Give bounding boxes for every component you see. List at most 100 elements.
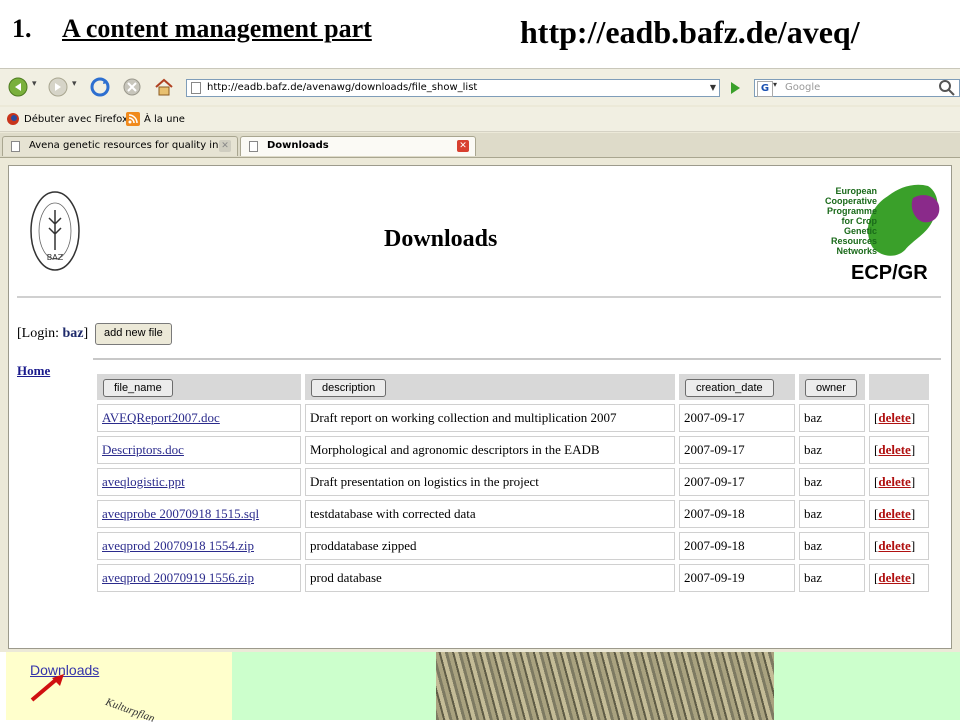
delete-cell: [delete] [869, 436, 929, 464]
ecpgr-description: European Cooperative Programme for Crop … [824, 186, 877, 256]
reload-button[interactable] [88, 76, 112, 98]
description-cell: testdatabase with corrected data [305, 500, 675, 528]
owner-cell: baz [799, 564, 865, 592]
page-icon [11, 141, 20, 152]
delete-link[interactable]: delete [878, 474, 910, 489]
delete-cell: [delete] [869, 564, 929, 592]
file-name-cell: aveqlogistic.ppt [97, 468, 301, 496]
stop-button[interactable] [120, 76, 144, 98]
file-link[interactable]: aveqprobe 20070918 1515.sql [102, 506, 259, 521]
bookmark-a-la-une[interactable]: À la une [126, 112, 185, 126]
address-text: http://eadb.bafz.de/avenawg/downloads/fi… [207, 82, 478, 93]
tab-downloads[interactable]: Downloads ✕ [240, 136, 476, 156]
slide-title: A content management part [62, 14, 372, 43]
login-user: baz [62, 326, 84, 341]
forward-history-icon[interactable]: ▾ [72, 79, 82, 93]
description-cell: proddatabase zipped [305, 532, 675, 560]
baz-logo: BAZ [30, 191, 80, 271]
bookmark-firefox[interactable]: Débuter avec Firefox [6, 112, 128, 126]
file-name-cell: Descriptors.doc [97, 436, 301, 464]
ecpgr-logo: European Cooperative Programme for Crop … [813, 178, 943, 288]
close-tab-icon[interactable]: ✕ [219, 140, 231, 152]
table-row: aveqprod 20070919 1556.zip prod database… [97, 564, 929, 592]
header-divider [17, 296, 941, 298]
table-row: aveqlogistic.ppt Draft presentation on l… [97, 468, 929, 496]
address-bar[interactable]: http://eadb.bafz.de/avenawg/downloads/fi… [186, 79, 720, 97]
files-table: file_name description creation_date owne… [93, 370, 933, 596]
search-button[interactable] [938, 79, 956, 97]
delete-link[interactable]: delete [878, 570, 910, 585]
back-arrow-icon [8, 77, 28, 97]
file-link[interactable]: Descriptors.doc [102, 442, 184, 457]
file-name-cell: AVEQReport2007.doc [97, 404, 301, 432]
table-header-row: file_name description creation_date owne… [97, 374, 929, 400]
sort-description-button[interactable]: description [311, 378, 387, 397]
oat-field-photo [436, 652, 774, 720]
file-link[interactable]: aveqlogistic.ppt [102, 474, 185, 489]
forward-button[interactable] [46, 76, 70, 98]
description-cell: Morphological and agronomic descriptors … [305, 436, 675, 464]
bottom-strip: Downloads Kulturpflan [0, 652, 960, 725]
login-status: [Login: baz] [17, 326, 88, 342]
tab-label: Downloads [267, 140, 329, 151]
file-name-cell: aveqprobe 20070918 1515.sql [97, 500, 301, 528]
page-heading: Downloads [384, 226, 498, 252]
bookmark-label: À la une [144, 113, 185, 125]
go-button[interactable] [726, 79, 744, 97]
firefox-icon [7, 113, 19, 125]
rss-icon [126, 112, 140, 126]
red-arrow-icon [30, 674, 64, 702]
strip-green-panel [774, 652, 960, 720]
address-dropdown-icon[interactable]: ▼ [706, 80, 720, 96]
column-header: creation_date [679, 374, 795, 400]
delete-cell: [delete] [869, 404, 929, 432]
files-table-container: file_name description creation_date owne… [93, 358, 941, 622]
back-button[interactable] [6, 76, 30, 98]
description-cell: Draft report on working collection and m… [305, 404, 675, 432]
search-box[interactable]: G ▾ Google [754, 79, 960, 97]
magnifier-icon [939, 80, 955, 96]
bookmark-label: Débuter avec Firefox [24, 113, 128, 125]
stop-icon [123, 78, 141, 96]
file-link[interactable]: aveqprod 20070919 1556.zip [102, 570, 254, 585]
table-row: aveqprobe 20070918 1515.sql testdatabase… [97, 500, 929, 528]
slide-number: 1. [12, 14, 32, 43]
owner-cell: baz [799, 468, 865, 496]
sort-file-name-button[interactable]: file_name [103, 378, 173, 397]
table-row: aveqprod 20070918 1554.zip proddatabase … [97, 532, 929, 560]
file-link[interactable]: AVEQReport2007.doc [102, 410, 220, 425]
tab-bar: Avena genetic resources for quality in..… [0, 133, 960, 158]
reload-icon [90, 77, 110, 97]
description-cell: Draft presentation on logistics in the p… [305, 468, 675, 496]
home-link[interactable]: Home [17, 363, 50, 379]
search-placeholder: Google [785, 82, 821, 93]
delete-link[interactable]: delete [878, 538, 910, 553]
baz-logo-text: BAZ [47, 253, 64, 262]
sort-owner-button[interactable]: owner [805, 378, 857, 397]
navigation-toolbar: ▾ ▾ http://eadb.bafz.de/avenawg/download… [0, 69, 960, 105]
owner-cell: baz [799, 404, 865, 432]
home-button[interactable] [152, 76, 176, 98]
forward-arrow-icon [48, 77, 68, 97]
close-tab-icon[interactable]: ✕ [457, 140, 469, 152]
delete-link[interactable]: delete [878, 442, 910, 457]
delete-link[interactable]: delete [878, 506, 910, 521]
column-header-actions [869, 374, 929, 400]
google-logo-icon[interactable]: G [757, 81, 773, 97]
creation-date-cell: 2007-09-19 [679, 564, 795, 592]
add-new-file-button[interactable]: add new file [95, 323, 172, 345]
tab-avena[interactable]: Avena genetic resources for quality in..… [2, 136, 238, 156]
search-engine-dropdown-icon[interactable]: ▾ [773, 80, 777, 89]
page-content: BAZ Downloads European Cooperative Progr… [8, 165, 952, 649]
sort-creation-date-button[interactable]: creation_date [685, 378, 774, 397]
bookmarks-toolbar: Débuter avec Firefox À la une [0, 107, 960, 132]
file-link[interactable]: aveqprod 20070918 1554.zip [102, 538, 254, 553]
strip-green-panel [232, 652, 436, 720]
owner-cell: baz [799, 500, 865, 528]
back-history-icon[interactable]: ▾ [32, 79, 42, 93]
login-suffix: ] [83, 326, 89, 341]
login-prefix: [Login: [17, 326, 63, 341]
delete-link[interactable]: delete [878, 410, 910, 425]
delete-cell: [delete] [869, 500, 929, 528]
file-name-cell: aveqprod 20070919 1556.zip [97, 564, 301, 592]
